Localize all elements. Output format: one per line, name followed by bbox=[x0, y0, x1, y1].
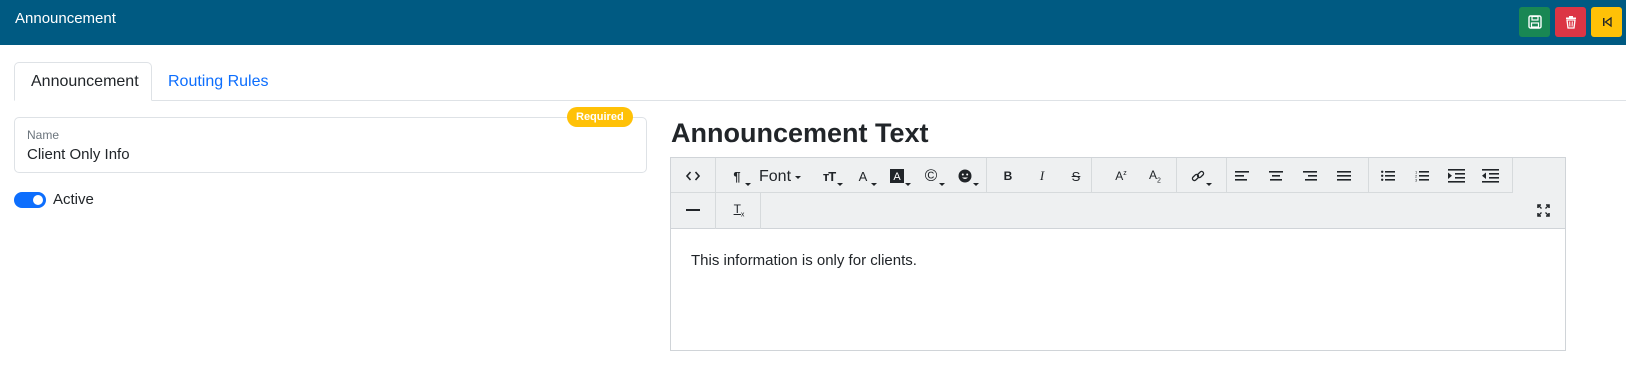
align-justify-icon bbox=[1337, 170, 1351, 182]
paragraph-icon: ¶ bbox=[733, 168, 741, 184]
italic-button[interactable]: I bbox=[1027, 161, 1057, 191]
font-label: Font bbox=[759, 168, 792, 185]
tab-announcement[interactable]: Announcement bbox=[14, 62, 152, 101]
name-field[interactable]: Name bbox=[14, 117, 647, 173]
align-justify-button[interactable] bbox=[1329, 161, 1359, 191]
editor-toolbar: ¶ Font ᴛT A A © B I S Az A2 1 2 3 Tx bbox=[671, 158, 1565, 229]
subscript-icon: A2 bbox=[1149, 167, 1161, 185]
delete-button[interactable] bbox=[1555, 7, 1586, 37]
code-view-icon bbox=[686, 171, 700, 181]
link-button[interactable] bbox=[1183, 161, 1213, 191]
active-label: Active bbox=[53, 191, 94, 208]
strikethrough-button[interactable]: S bbox=[1061, 161, 1091, 191]
required-badge: Required bbox=[567, 107, 633, 127]
trash-icon bbox=[1564, 15, 1578, 29]
clear-format-button[interactable]: Tx bbox=[724, 195, 754, 225]
highlight-color-button[interactable]: A bbox=[882, 161, 912, 191]
font-color-icon: A bbox=[858, 168, 868, 184]
highlight-color-icon: A bbox=[890, 169, 904, 183]
code-view-button[interactable] bbox=[678, 161, 708, 191]
bullet-list-icon bbox=[1381, 170, 1395, 182]
step-back-icon bbox=[1601, 16, 1613, 28]
bullet-list-button[interactable] bbox=[1373, 161, 1403, 191]
save-icon bbox=[1527, 15, 1542, 29]
bold-icon: B bbox=[1003, 169, 1013, 183]
bold-button[interactable]: B bbox=[993, 161, 1023, 191]
numbered-list-button[interactable]: 123 bbox=[1407, 161, 1437, 191]
superscript-icon: Az bbox=[1115, 169, 1127, 183]
announcement-text-heading: Announcement Text bbox=[671, 118, 929, 148]
tab-routing-rules[interactable]: Routing Rules bbox=[152, 62, 285, 101]
page-title: Announcement bbox=[15, 10, 116, 27]
paragraph-button[interactable]: ¶ bbox=[722, 161, 752, 191]
font-color-button[interactable]: A bbox=[848, 161, 878, 191]
fullscreen-button[interactable] bbox=[1528, 195, 1558, 225]
indent-icon bbox=[1447, 169, 1465, 183]
fullscreen-icon bbox=[1536, 203, 1550, 217]
font-size-icon: ᴛT bbox=[822, 168, 836, 184]
svg-text:3: 3 bbox=[1415, 178, 1418, 183]
strikethrough-icon: S bbox=[1071, 168, 1081, 184]
back-button[interactable] bbox=[1591, 7, 1622, 37]
toggle-knob bbox=[33, 195, 43, 205]
name-input[interactable] bbox=[27, 146, 627, 163]
rich-text-editor: ¶ Font ᴛT A A © B I S Az A2 1 2 3 Tx Thi… bbox=[670, 157, 1566, 351]
align-right-button[interactable] bbox=[1295, 161, 1325, 191]
clear-format-icon: Tx bbox=[733, 201, 745, 219]
app-header: Announcement bbox=[0, 0, 1626, 45]
outdent-icon bbox=[1481, 169, 1499, 183]
outdent-button[interactable] bbox=[1475, 161, 1505, 191]
name-label: Name bbox=[27, 128, 60, 142]
numbered-list-icon: 123 bbox=[1415, 170, 1429, 182]
editor-content[interactable]: This information is only for clients. bbox=[691, 252, 917, 269]
save-button[interactable] bbox=[1519, 7, 1550, 37]
link-icon bbox=[1191, 169, 1205, 183]
horizontal-rule-button[interactable] bbox=[678, 195, 708, 225]
horizontal-rule-icon bbox=[686, 208, 700, 212]
indent-button[interactable] bbox=[1441, 161, 1471, 191]
special-char-icon: © bbox=[924, 166, 938, 185]
align-left-icon bbox=[1235, 170, 1249, 182]
subscript-button[interactable]: A2 bbox=[1140, 161, 1170, 191]
special-char-button[interactable]: © bbox=[916, 161, 946, 191]
font-dropdown[interactable]: Font bbox=[759, 163, 802, 191]
align-right-icon bbox=[1303, 170, 1317, 182]
font-size-button[interactable]: ᴛT bbox=[814, 161, 844, 191]
align-center-button[interactable] bbox=[1261, 161, 1291, 191]
emoji-icon bbox=[958, 169, 972, 183]
align-center-icon bbox=[1269, 170, 1283, 182]
italic-icon: I bbox=[1039, 168, 1045, 183]
emoji-button[interactable] bbox=[950, 161, 980, 191]
svg-text:A: A bbox=[893, 171, 901, 183]
superscript-button[interactable]: Az bbox=[1106, 161, 1136, 191]
active-toggle[interactable] bbox=[14, 192, 46, 208]
align-left-button[interactable] bbox=[1227, 161, 1257, 191]
